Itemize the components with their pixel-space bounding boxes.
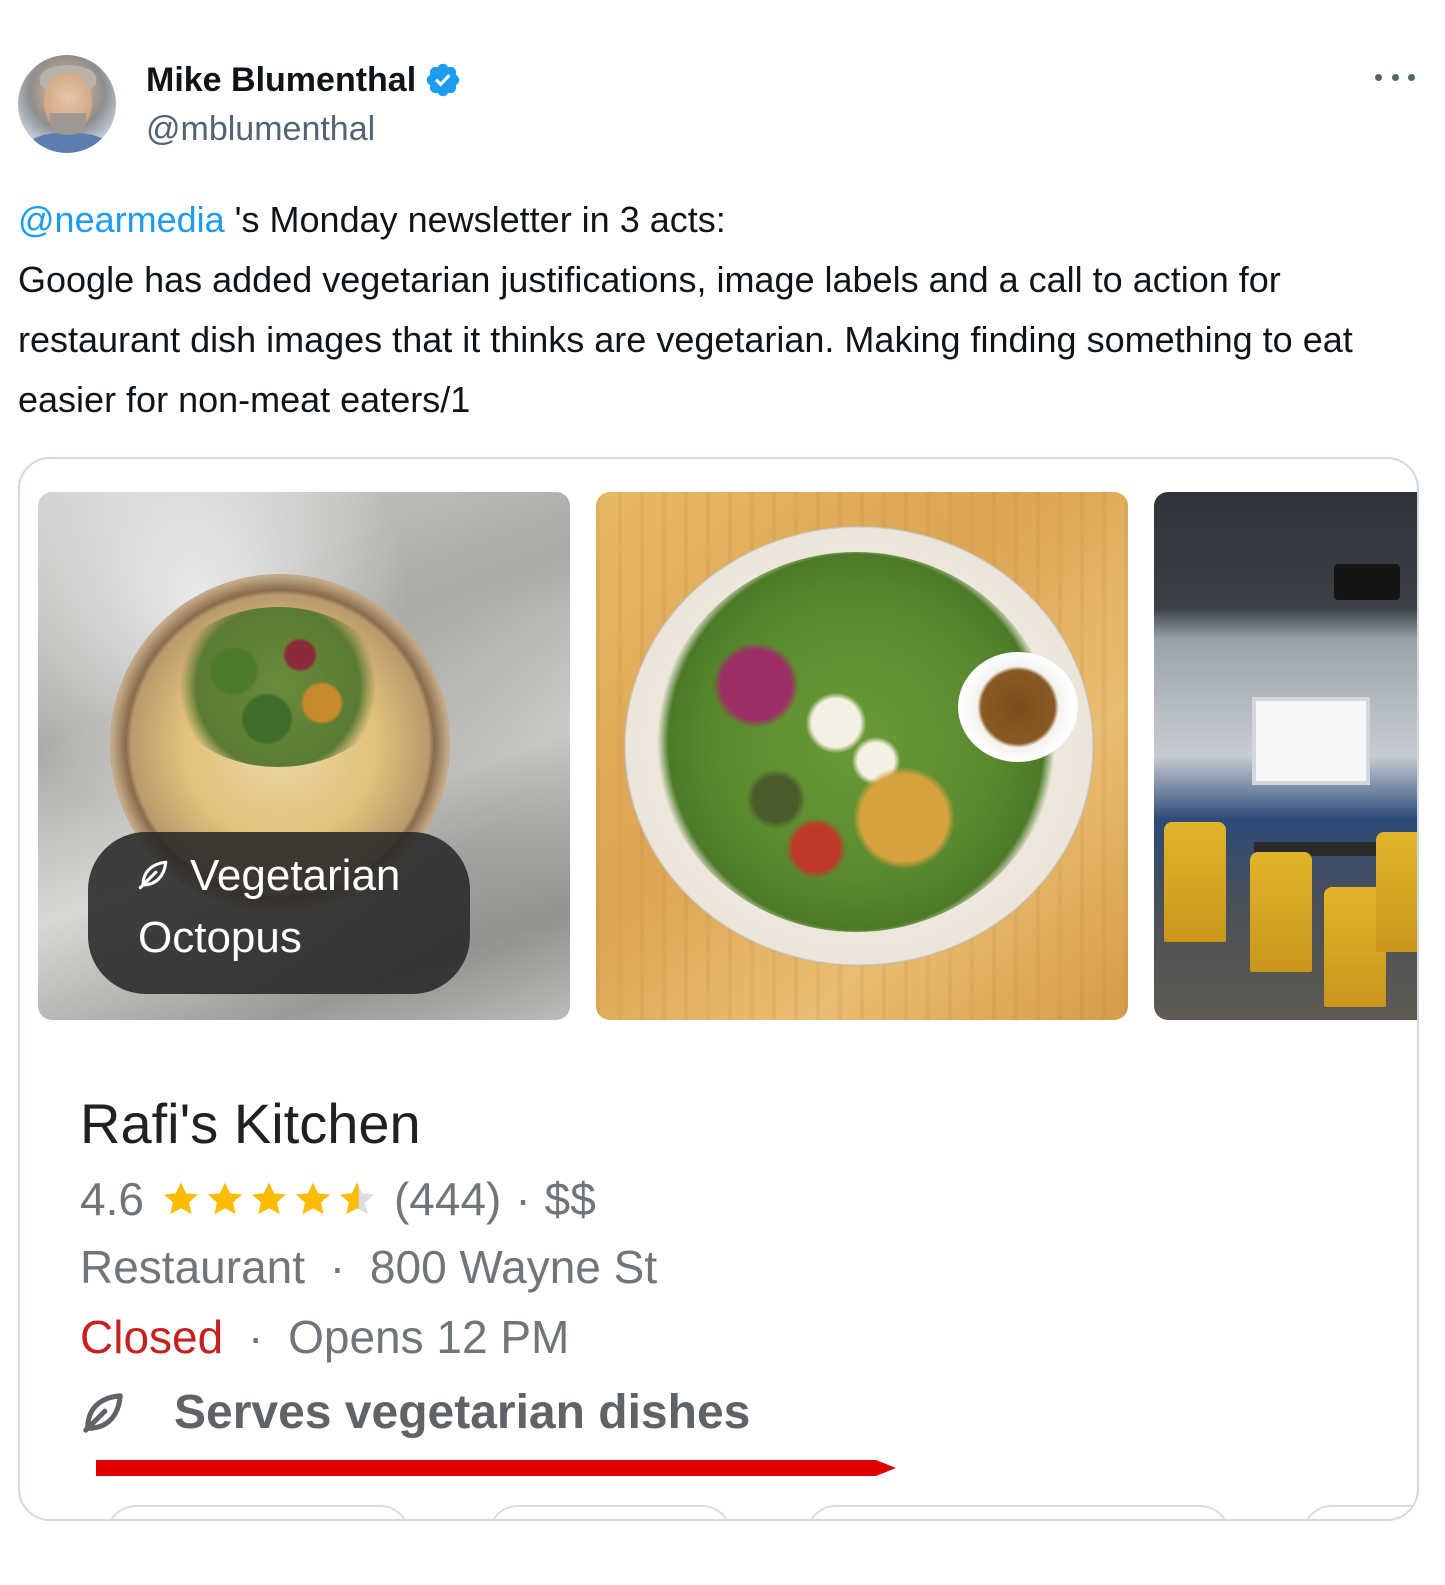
place-name[interactable]: Rafi's Kitchen (80, 1091, 421, 1157)
star-icon (207, 1182, 242, 1215)
dish-photo-hummus[interactable]: Vegetarian Octopus (38, 492, 570, 1020)
category-address-row: Restaurant · 800 Wayne St (80, 1237, 657, 1297)
half-star-icon (339, 1182, 374, 1215)
action-chip[interactable] (806, 1505, 1230, 1519)
tweet-first-line: @nearmedia 's Monday newsletter in 3 act… (18, 190, 1418, 250)
star-rating (160, 1178, 380, 1220)
vegetarian-badge: Vegetarian Octopus (88, 832, 470, 994)
star-icon (251, 1182, 286, 1215)
place-category: Restaurant (80, 1241, 306, 1293)
tweet-text: @nearmedia 's Monday newsletter in 3 act… (18, 190, 1418, 430)
interior-photo[interactable] (1154, 492, 1417, 1020)
place-address: 800 Wayne St (369, 1241, 658, 1293)
separator-dot: · (247, 1311, 264, 1363)
dish-photo-salad[interactable] (596, 492, 1128, 1020)
author-name[interactable]: Mike Blumenthal (146, 60, 462, 100)
leaf-icon (83, 1393, 123, 1433)
media-card[interactable]: Vegetarian Octopus Rafi's Kitchen 4.6 (4… (18, 457, 1419, 1521)
verified-badge-icon (426, 63, 460, 97)
badge-label-octopus: Octopus (138, 913, 302, 962)
vegetarian-attribute[interactable]: Serves vegetarian dishes (80, 1381, 750, 1445)
author-handle[interactable]: @mblumenthal (146, 109, 375, 149)
rating-value: 4.6 (80, 1173, 144, 1225)
status-closed: Closed (80, 1311, 224, 1363)
action-chip[interactable] (488, 1505, 732, 1519)
separator-dot: · (515, 1173, 531, 1225)
star-icon (163, 1182, 198, 1215)
action-chip[interactable] (1302, 1505, 1417, 1519)
mention-link[interactable]: @nearmedia (18, 199, 225, 240)
leaf-icon (138, 860, 168, 890)
star-icon (295, 1182, 330, 1215)
hours-row: Closed · Opens 12 PM (80, 1307, 569, 1367)
action-chip[interactable] (106, 1505, 410, 1519)
author-name-text[interactable]: Mike Blumenthal (146, 60, 416, 100)
more-options-icon[interactable] (1375, 62, 1415, 92)
author-avatar[interactable] (18, 55, 116, 153)
rating-row: 4.6 (444) · $$ (80, 1169, 596, 1229)
vegetarian-label: Serves vegetarian dishes (174, 1386, 751, 1439)
tweet-first-line-text: 's Monday newsletter in 3 acts: (224, 199, 726, 240)
annotation-arrow (96, 1460, 896, 1476)
badge-label-vegetarian: Vegetarian (190, 851, 401, 900)
review-count[interactable]: (444) (394, 1169, 501, 1229)
separator-dot: · (329, 1241, 346, 1293)
opening-time: Opens 12 PM (288, 1311, 570, 1363)
price-level: $$ (544, 1173, 596, 1225)
tweet-body: Google has added vegetarian justificatio… (18, 259, 1353, 420)
